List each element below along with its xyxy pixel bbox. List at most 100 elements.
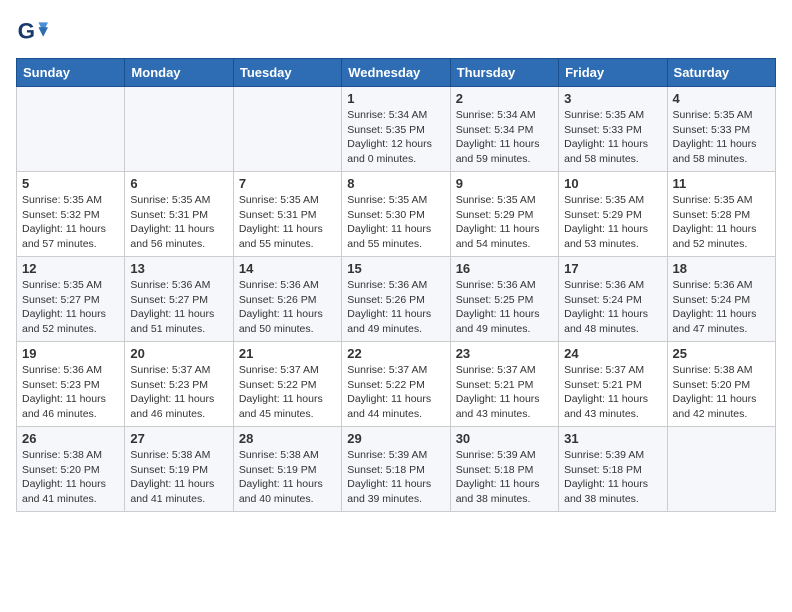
day-number: 14 [239,261,336,276]
week-row-2: 5Sunrise: 5:35 AMSunset: 5:32 PMDaylight… [17,172,776,257]
info-line: Sunrise: 5:37 AM [130,364,210,376]
info-line: Sunset: 5:26 PM [347,294,425,306]
calendar-cell: 7Sunrise: 5:35 AMSunset: 5:31 PMDaylight… [233,172,341,257]
info-line: Daylight: 11 hours and 58 minutes. [673,138,757,165]
info-line: Sunset: 5:25 PM [456,294,534,306]
info-line: Sunset: 5:23 PM [22,379,100,391]
info-line: Sunset: 5:29 PM [456,209,534,221]
day-number: 1 [347,91,444,106]
info-line: Sunset: 5:26 PM [239,294,317,306]
column-header-thursday: Thursday [450,59,558,87]
info-line: Daylight: 11 hours and 42 minutes. [673,393,757,420]
info-line: Sunrise: 5:35 AM [673,194,753,206]
week-row-5: 26Sunrise: 5:38 AMSunset: 5:20 PMDayligh… [17,427,776,512]
column-header-tuesday: Tuesday [233,59,341,87]
day-info: Sunrise: 5:35 AMSunset: 5:31 PMDaylight:… [130,193,227,252]
day-info: Sunrise: 5:36 AMSunset: 5:24 PMDaylight:… [564,278,661,337]
info-line: Sunrise: 5:37 AM [239,364,319,376]
day-number: 17 [564,261,661,276]
info-line: Sunset: 5:32 PM [22,209,100,221]
calendar-cell: 20Sunrise: 5:37 AMSunset: 5:23 PMDayligh… [125,342,233,427]
calendar-cell: 18Sunrise: 5:36 AMSunset: 5:24 PMDayligh… [667,257,775,342]
calendar-cell [125,87,233,172]
info-line: Sunset: 5:33 PM [564,124,642,136]
info-line: Daylight: 11 hours and 52 minutes. [673,223,757,250]
week-row-3: 12Sunrise: 5:35 AMSunset: 5:27 PMDayligh… [17,257,776,342]
info-line: Daylight: 11 hours and 44 minutes. [347,393,431,420]
calendar-cell: 23 Sunrise: 5:37 AMSunset: 5:21 PMDayligh… [450,342,558,427]
calendar-cell: 9Sunrise: 5:35 AMSunset: 5:29 PMDaylight… [450,172,558,257]
column-header-saturday: Saturday [667,59,775,87]
day-number: 22 [347,346,444,361]
info-line: Daylight: 11 hours and 41 minutes. [22,478,106,505]
day-number: 30 [456,431,553,446]
column-header-wednesday: Wednesday [342,59,450,87]
info-line: Daylight: 11 hours and 49 minutes. [347,308,431,335]
info-line: Sunrise: 5:38 AM [22,449,102,461]
day-info: Sunrise: 5:34 AMSunset: 5:35 PMDaylight:… [347,108,444,167]
calendar-cell: 22Sunrise: 5:37 AMSunset: 5:22 PMDayligh… [342,342,450,427]
info-line: Sunrise: 5:39 AM [347,449,427,461]
day-info: Sunrise: 5:38 AMSunset: 5:20 PMDaylight:… [673,363,770,422]
info-line: Sunrise: 5:37 AM [564,364,644,376]
info-line: Sunrise: 5:36 AM [673,279,753,291]
info-line: Daylight: 11 hours and 49 minutes. [456,308,540,335]
day-info: Sunrise: 5:36 AMSunset: 5:25 PMDaylight:… [456,278,553,337]
calendar-cell: 11Sunrise: 5:35 AMSunset: 5:28 PMDayligh… [667,172,775,257]
info-line: Sunset: 5:28 PM [673,209,751,221]
calendar-cell: 10Sunrise: 5:35 AMSunset: 5:29 PMDayligh… [559,172,667,257]
day-number: 23 [456,346,553,361]
info-line: Sunrise: 5:39 AM [456,449,536,461]
calendar-cell: 26Sunrise: 5:38 AMSunset: 5:20 PMDayligh… [17,427,125,512]
info-line: Daylight: 11 hours and 38 minutes. [564,478,648,505]
week-row-4: 19Sunrise: 5:36 AMSunset: 5:23 PMDayligh… [17,342,776,427]
day-info: Sunrise: 5:39 AMSunset: 5:18 PMDaylight:… [347,448,444,507]
day-number: 6 [130,176,227,191]
day-number: 4 [673,91,770,106]
info-line: Daylight: 11 hours and 46 minutes. [22,393,106,420]
day-info: Sunrise: 5:36 AMSunset: 5:27 PMDaylight:… [130,278,227,337]
day-info: Sunrise: 5:35 AMSunset: 5:33 PMDaylight:… [673,108,770,167]
info-line: Sunrise: 5:35 AM [22,279,102,291]
day-info: Sunrise: 5:35 AMSunset: 5:29 PMDaylight:… [456,193,553,252]
column-header-sunday: Sunday [17,59,125,87]
info-line: Sunrise: 5:35 AM [564,109,644,121]
day-info: Sunrise: 5:39 AMSunset: 5:18 PMDaylight:… [456,448,553,507]
info-line: Sunrise: 5:36 AM [564,279,644,291]
info-line: Sunset: 5:31 PM [239,209,317,221]
page-header: G [16,16,776,48]
calendar-table: SundayMondayTuesdayWednesdayThursdayFrid… [16,58,776,512]
day-info: Sunrise: 5:37 AMSunset: 5:21 PMDaylight:… [456,363,553,422]
day-info: Sunrise: 5:34 AMSunset: 5:34 PMDaylight:… [456,108,553,167]
calendar-cell: 2Sunrise: 5:34 AMSunset: 5:34 PMDaylight… [450,87,558,172]
day-number: 3 [564,91,661,106]
calendar-cell: 1 Sunrise: 5:34 AMSunset: 5:35 PMDaylight… [342,87,450,172]
day-info: Sunrise: 5:37 AMSunset: 5:23 PMDaylight:… [130,363,227,422]
calendar-cell: 17Sunrise: 5:36 AMSunset: 5:24 PMDayligh… [559,257,667,342]
info-line: Sunset: 5:24 PM [564,294,642,306]
info-line: Daylight: 11 hours and 52 minutes. [22,308,106,335]
info-line: Daylight: 11 hours and 57 minutes. [22,223,106,250]
info-line: Sunset: 5:24 PM [673,294,751,306]
info-line: Sunrise: 5:36 AM [347,279,427,291]
calendar-cell: 16Sunrise: 5:36 AMSunset: 5:25 PMDayligh… [450,257,558,342]
calendar-cell: 28Sunrise: 5:38 AMSunset: 5:19 PMDayligh… [233,427,341,512]
day-number: 10 [564,176,661,191]
calendar-cell: 8Sunrise: 5:35 AMSunset: 5:30 PMDaylight… [342,172,450,257]
info-line: Sunrise: 5:35 AM [130,194,210,206]
day-info: Sunrise: 5:35 AMSunset: 5:31 PMDaylight:… [239,193,336,252]
info-line: Sunset: 5:23 PM [130,379,208,391]
info-line: Daylight: 11 hours and 51 minutes. [130,308,214,335]
info-line: Daylight: 11 hours and 58 minutes. [564,138,648,165]
calendar-cell [233,87,341,172]
calendar-cell: 27Sunrise: 5:38 AMSunset: 5:19 PMDayligh… [125,427,233,512]
info-line: Sunrise: 5:35 AM [673,109,753,121]
info-line: Sunset: 5:27 PM [130,294,208,306]
info-line: Sunset: 5:31 PM [130,209,208,221]
calendar-cell: 31Sunrise: 5:39 AMSunset: 5:18 PMDayligh… [559,427,667,512]
day-number: 19 [22,346,119,361]
day-info: Sunrise: 5:35 AM Sunset: 5:33 PM Daylight:… [564,108,661,167]
calendar-cell: 4 Sunrise: 5:35 AMSunset: 5:33 PMDaylight… [667,87,775,172]
header-row: SundayMondayTuesdayWednesdayThursdayFrid… [17,59,776,87]
info-line: Daylight: 11 hours and 59 minutes. [456,138,540,165]
